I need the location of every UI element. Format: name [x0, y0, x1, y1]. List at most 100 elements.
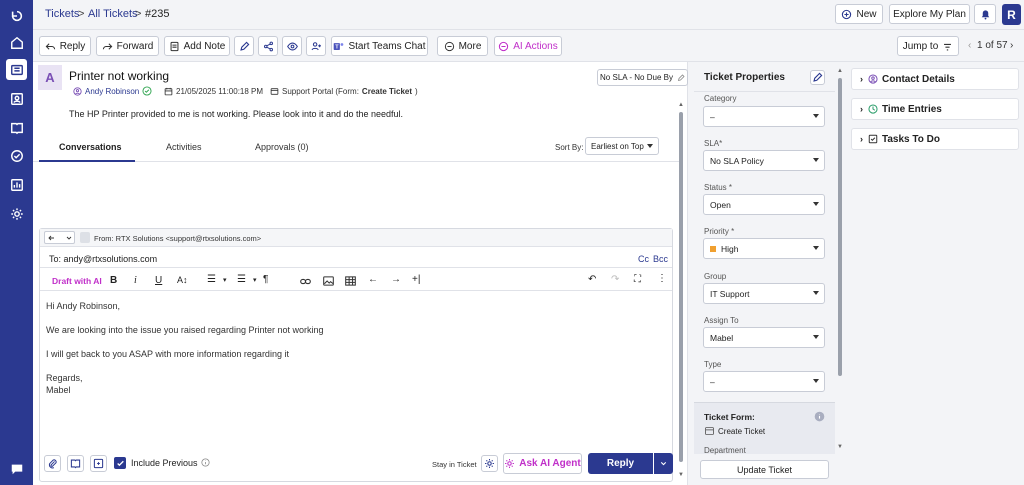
reply-arrow-icon — [48, 235, 54, 241]
contact-details-section[interactable]: › Contact Details — [851, 68, 1019, 90]
tab-conversations[interactable]: Conversations — [59, 142, 122, 152]
scroll-up-icon[interactable]: ▲ — [837, 68, 843, 74]
chat-icon[interactable] — [6, 458, 27, 479]
chevron-down-icon — [813, 291, 819, 295]
type-select[interactable]: – — [703, 371, 825, 392]
tasks-icon[interactable] — [6, 145, 27, 166]
explore-plan-button[interactable]: Explore My Plan — [889, 4, 970, 24]
scroll-up-icon[interactable]: ▲ — [678, 102, 684, 108]
text-size-icon[interactable]: A↕ — [177, 275, 188, 285]
horizontal-rule-icon[interactable]: +| — [412, 274, 420, 285]
breadcrumb-tickets[interactable]: Tickets — [45, 8, 79, 20]
contacts-icon[interactable] — [6, 88, 27, 109]
insert-canned-response-button[interactable] — [90, 455, 107, 472]
share-button[interactable] — [258, 36, 278, 56]
undo-icon[interactable]: ↶ — [588, 274, 596, 285]
composer-body[interactable]: Hi Andy Robinson, We are looking into th… — [40, 291, 672, 451]
chevron-down-icon[interactable]: ▾ — [253, 276, 257, 284]
group-label: Group — [704, 272, 727, 281]
jump-to-label: Jump to — [902, 40, 939, 52]
time-entries-section[interactable]: › Time Entries — [851, 98, 1019, 120]
user-avatar[interactable]: R — [1002, 4, 1021, 25]
tasks-to-do-section[interactable]: › Tasks To Do — [851, 128, 1019, 150]
chevron-right-icon: › — [860, 134, 863, 144]
requester-info[interactable]: Andy Robinson — [73, 86, 152, 96]
tab-approvals[interactable]: Approvals (0) — [255, 142, 309, 152]
more-button[interactable]: More — [437, 36, 488, 56]
edit-properties-button[interactable] — [810, 70, 825, 85]
tickets-icon[interactable] — [6, 59, 27, 80]
edit-button[interactable] — [234, 36, 254, 56]
attach-button[interactable] — [44, 455, 61, 472]
insert-kb-article-button[interactable] — [67, 455, 84, 472]
update-ticket-button[interactable]: Update Ticket — [700, 460, 829, 479]
sort-by-select[interactable]: Earliest on Top — [585, 137, 659, 155]
include-previous-label: Include Previous — [131, 458, 198, 468]
new-button[interactable]: New — [835, 4, 883, 24]
sla-select[interactable]: No SLA Policy — [703, 150, 825, 171]
sla-label: SLA* — [704, 139, 723, 148]
include-previous-checkbox[interactable] — [114, 457, 126, 469]
bullet-list-icon[interactable]: ☰ — [237, 274, 246, 285]
type-value: – — [710, 376, 715, 387]
ticket-form-value: Create Ticket — [718, 427, 766, 436]
reply-button[interactable]: Reply — [39, 36, 91, 56]
breadcrumb-all-tickets[interactable]: All Tickets — [88, 8, 138, 20]
logo-icon[interactable] — [6, 5, 27, 26]
eye-icon — [286, 42, 298, 50]
link-icon[interactable] — [300, 277, 311, 286]
source-suffix: ) — [415, 87, 418, 96]
more-vertical-icon[interactable]: ⋮ — [657, 273, 667, 284]
add-note-button[interactable]: Add Note — [164, 36, 230, 56]
outdent-icon[interactable]: ← — [368, 274, 378, 285]
reports-icon[interactable] — [6, 174, 27, 195]
settings-icon[interactable] — [6, 203, 27, 224]
group-select[interactable]: IT Support — [703, 283, 825, 304]
prev-ticket-icon[interactable]: ‹ — [968, 40, 971, 51]
watch-button[interactable] — [282, 36, 302, 56]
jump-to-button[interactable]: Jump to — [897, 36, 959, 56]
scroll-down-icon[interactable]: ▼ — [678, 472, 684, 478]
ordered-list-icon[interactable]: ☰ — [207, 274, 216, 285]
paragraph-icon[interactable]: ¶ — [263, 274, 268, 285]
stay-in-ticket-settings-button[interactable] — [481, 455, 498, 472]
main-scrollbar[interactable] — [679, 112, 683, 462]
reply-options-button[interactable] — [654, 453, 673, 474]
table-icon[interactable] — [345, 276, 356, 286]
top-bar: Tickets > All Tickets > #235 New Explore… — [33, 0, 1024, 30]
underline-icon[interactable]: U — [155, 275, 162, 286]
properties-scrollbar[interactable] — [838, 78, 842, 376]
info-icon[interactable] — [201, 458, 210, 467]
draft-with-ai-button[interactable]: Draft with AI — [52, 276, 102, 286]
redo-icon[interactable]: ↷ — [611, 274, 619, 285]
chevron-down-icon[interactable]: ▾ — [223, 276, 227, 284]
add-requester-button[interactable] — [306, 36, 326, 56]
fullscreen-icon[interactable]: ⛶ — [634, 274, 641, 285]
indent-icon[interactable]: → — [391, 274, 401, 285]
ai-actions-button[interactable]: AI Actions — [494, 36, 562, 56]
assign-to-select[interactable]: Mabel — [703, 327, 825, 348]
category-select[interactable]: – — [703, 106, 825, 127]
reply-type-toggle[interactable] — [44, 231, 75, 244]
ask-ai-agent-button[interactable]: Ask AI Agent — [503, 453, 582, 474]
status-select[interactable]: Open — [703, 194, 825, 215]
requester-name[interactable]: Andy Robinson — [85, 87, 139, 96]
priority-select[interactable]: High — [703, 238, 825, 259]
italic-icon[interactable]: i — [134, 275, 137, 286]
home-icon[interactable] — [6, 32, 27, 53]
ai-gear-icon — [505, 459, 515, 468]
image-icon[interactable] — [323, 276, 334, 286]
next-ticket-icon[interactable]: › — [1010, 40, 1013, 51]
teams-chat-button[interactable]: T Start Teams Chat — [331, 36, 428, 56]
sla-badge[interactable]: No SLA - No Due By — [597, 69, 688, 86]
send-reply-button[interactable]: Reply — [588, 453, 653, 474]
forward-button[interactable]: Forward — [96, 36, 159, 56]
bold-icon[interactable]: B — [110, 275, 117, 286]
cc-link[interactable]: Cc — [638, 254, 649, 264]
tab-activities[interactable]: Activities — [166, 142, 202, 152]
scroll-down-icon[interactable]: ▼ — [837, 444, 843, 450]
bcc-link[interactable]: Bcc — [653, 254, 668, 264]
to-field[interactable]: To: andy@rtxsolutions.com — [49, 254, 157, 264]
info-icon[interactable] — [814, 411, 825, 422]
knowledge-base-icon[interactable] — [6, 117, 27, 138]
